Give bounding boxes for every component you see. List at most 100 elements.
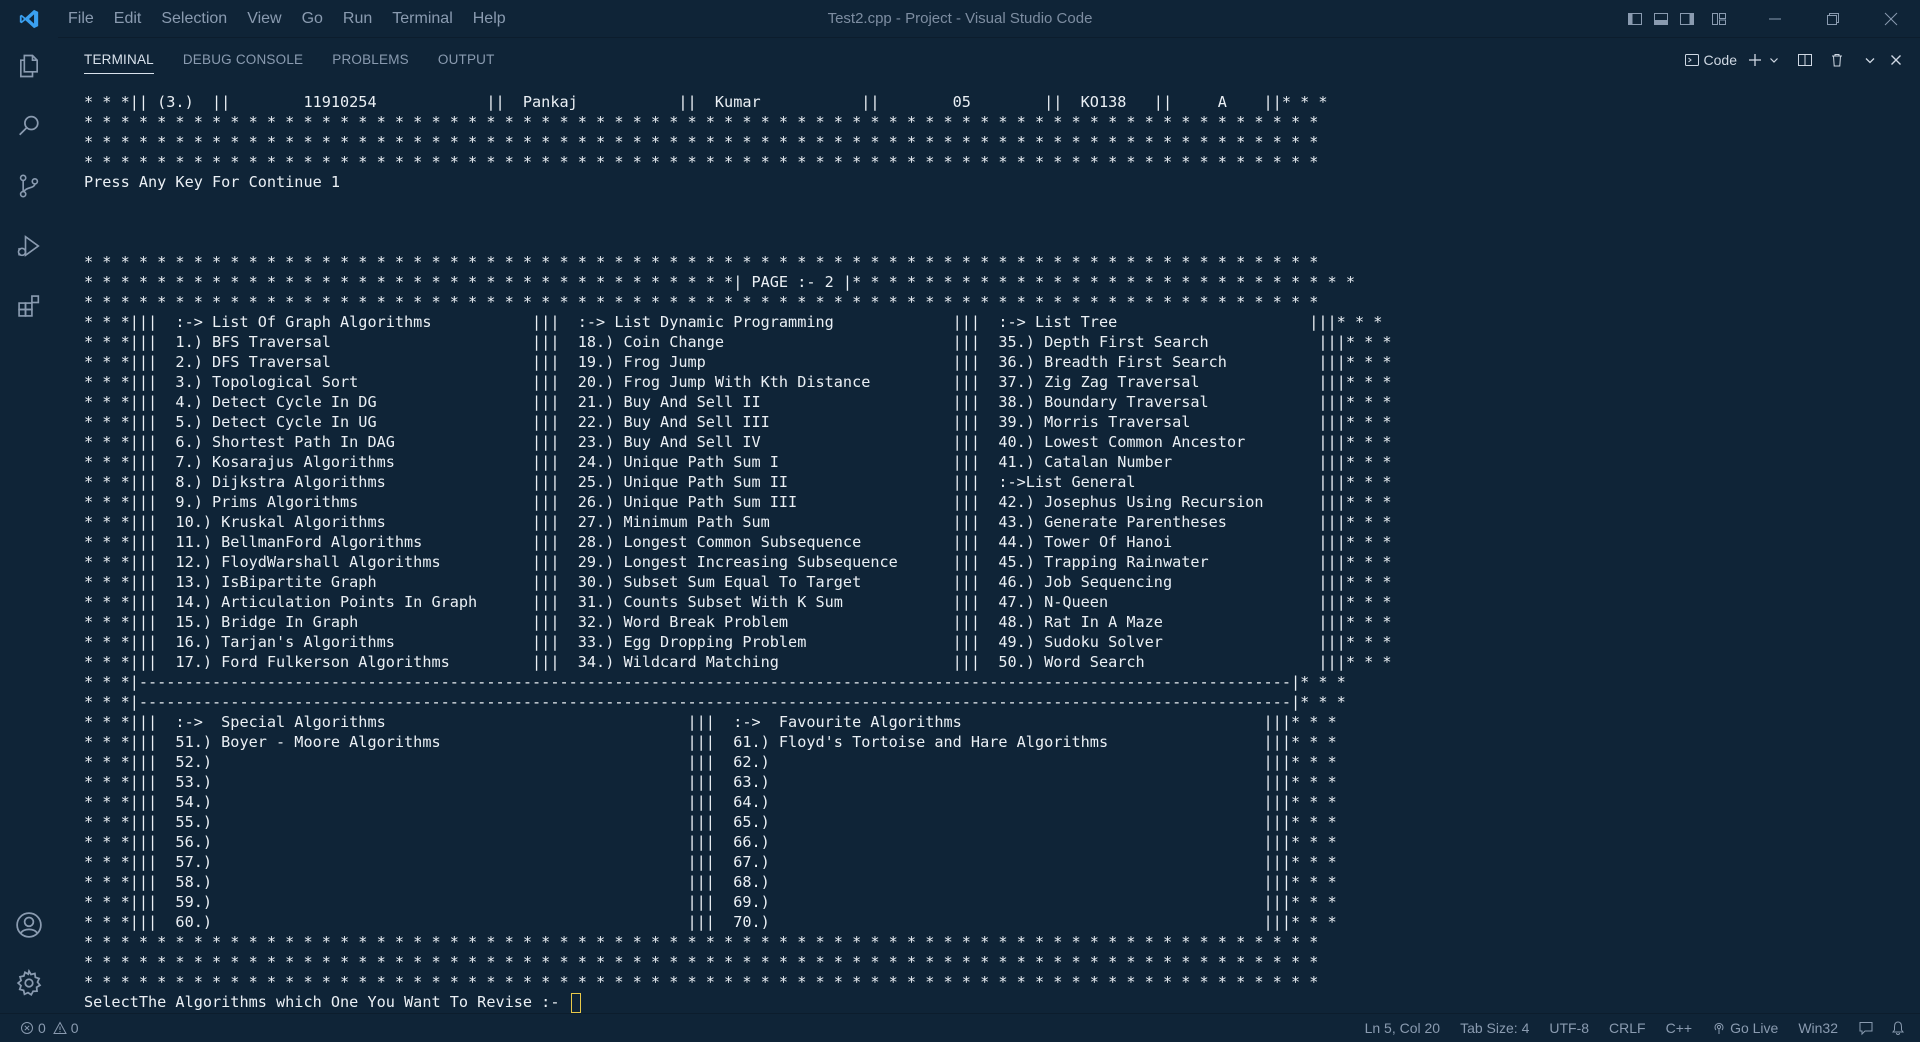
terminal-line: * * *||| 12.) FloydWarshall Algorithms |…	[84, 553, 1392, 571]
toggle-panel-icon[interactable]	[1648, 0, 1674, 37]
tab-problems[interactable]: PROBLEMS	[332, 37, 409, 83]
terminal-line: * * * * * * * * * * * * * * * * * * * * …	[84, 253, 1319, 271]
activity-bar	[0, 37, 58, 1013]
split-terminal-icon[interactable]	[1792, 37, 1818, 83]
terminal-line: * * * * * * * * * * * * * * * * * * * * …	[84, 113, 1319, 131]
terminal-line: * * *||| 6.) Shortest Path In DAG ||| 23…	[84, 433, 1392, 451]
search-icon[interactable]	[0, 97, 58, 155]
terminal-line: * * * * * * * * * * * * * * * * * * * * …	[84, 933, 1319, 951]
terminal-line: * * *||| 53.) ||| 63.) |||* * *	[84, 773, 1337, 791]
close-window-icon[interactable]	[1862, 0, 1920, 37]
menu-help[interactable]: Help	[463, 0, 516, 37]
terminal-line: * * *||| 54.) ||| 64.) |||* * *	[84, 793, 1337, 811]
run-debug-icon[interactable]	[0, 217, 58, 275]
extensions-icon[interactable]	[0, 277, 58, 335]
feedback-icon[interactable]	[1858, 1020, 1874, 1036]
kill-terminal-trash-icon[interactable]	[1824, 37, 1850, 83]
terminal-line: * * *||| 58.) ||| 68.) |||* * *	[84, 873, 1337, 891]
terminal-line: * * *||| 14.) Articulation Points In Gra…	[84, 593, 1392, 611]
terminal-line: * * *||| 1.) BFS Traversal ||| 18.) Coin…	[84, 333, 1392, 351]
error-icon	[21, 1022, 33, 1034]
terminal-line: Press Any Key For Continue 1	[84, 173, 341, 191]
terminal-line: * * *||| 17.) Ford Fulkerson Algorithms …	[84, 653, 1392, 671]
terminal-line: * * *||| :-> List Of Graph Algorithms ||…	[84, 313, 1383, 331]
terminal-line: * * * * * * * * * * * * * * * * * * * * …	[84, 973, 1319, 991]
restore-icon[interactable]	[1804, 0, 1862, 37]
terminal-line: * * * * * * * * * * * * * * * * * * * * …	[84, 273, 1355, 291]
notifications-bell-icon[interactable]	[1890, 1020, 1906, 1036]
menu-go[interactable]: Go	[292, 0, 333, 37]
terminal-selector[interactable]: Code	[1679, 37, 1742, 83]
platform[interactable]: Win32	[1798, 1020, 1838, 1036]
terminal-line: * * *||| 11.) BellmanFord Algorithms |||…	[84, 533, 1392, 551]
go-live-button[interactable]: Go Live	[1712, 1020, 1778, 1036]
menu-run[interactable]: Run	[333, 0, 382, 37]
terminal-profiles-chevron-down-icon[interactable]	[1768, 37, 1784, 83]
terminal-line: * * *||| 15.) Bridge In Graph ||| 32.) W…	[84, 613, 1392, 631]
terminal-line: * * *||| 7.) Kosarajus Algorithms ||| 24…	[84, 453, 1392, 471]
tab-terminal-label: TERMINAL	[84, 52, 154, 74]
language-mode[interactable]: C++	[1666, 1020, 1692, 1036]
problems-status[interactable]: 0 0	[20, 1014, 79, 1042]
terminal-line: * * *||| 3.) Topological Sort ||| 20.) F…	[84, 373, 1392, 391]
tab-size[interactable]: Tab Size: 4	[1460, 1020, 1529, 1036]
terminal-line: * * * * * * * * * * * * * * * * * * * * …	[84, 133, 1319, 151]
new-terminal-plus-icon[interactable]	[1742, 37, 1768, 83]
panel-tabs: TERMINAL DEBUG CONSOLE PROBLEMS OUTPUT	[84, 37, 524, 83]
warning-icon	[52, 1021, 67, 1034]
menu-terminal[interactable]: Terminal	[382, 0, 462, 37]
terminal-line: * * *|----------------------------------…	[84, 673, 1346, 691]
panel-actions: Code	[1679, 37, 1908, 83]
terminal-line: * * *|| (3.) || 11910254 || Pankaj || Ku…	[84, 93, 1328, 111]
terminal-line: * * *||| 51.) Boyer - Moore Algorithms |…	[84, 733, 1337, 751]
terminal-line: * * *||| 10.) Kruskal Algorithms ||| 27.…	[84, 513, 1392, 531]
terminal-line: * * *||| 9.) Prims Algorithms ||| 26.) U…	[84, 493, 1392, 511]
maximize-panel-chevron-up-icon[interactable]	[1858, 37, 1882, 83]
tab-output[interactable]: OUTPUT	[438, 37, 495, 83]
vscode-logo-icon[interactable]	[0, 0, 58, 37]
tab-debug-console[interactable]: DEBUG CONSOLE	[183, 37, 303, 83]
terminal-line: * * * * * * * * * * * * * * * * * * * * …	[84, 153, 1319, 171]
go-live-label: Go Live	[1730, 1020, 1779, 1036]
customize-layout-icon[interactable]	[1706, 0, 1732, 37]
terminal-line: * * *||| :-> Special Algorithms ||| :-> …	[84, 713, 1337, 731]
menu-bar: File Edit Selection View Go Run Terminal…	[58, 0, 516, 37]
terminal-prompt-line: SelectThe Algorithms which One You Want …	[84, 992, 1844, 1013]
toggle-secondary-sidebar-icon[interactable]	[1674, 0, 1700, 37]
close-panel-icon[interactable]	[1884, 37, 1908, 83]
source-control-icon[interactable]	[0, 157, 58, 215]
terminal-cursor[interactable]	[570, 992, 581, 1013]
minimize-icon[interactable]	[1746, 0, 1804, 37]
terminal-line: * * *||| 4.) Detect Cycle In DG ||| 21.)…	[84, 393, 1392, 411]
panel-header: TERMINAL DEBUG CONSOLE PROBLEMS OUTPUT C…	[58, 37, 1920, 83]
line-ending[interactable]: CRLF	[1609, 1020, 1646, 1036]
terminal-line: * * *||| 55.) ||| 65.) |||* * *	[84, 813, 1337, 831]
terminal-line: * * * * * * * * * * * * * * * * * * * * …	[84, 953, 1319, 971]
accounts-icon[interactable]	[0, 896, 58, 954]
menu-file[interactable]: File	[58, 0, 104, 37]
encoding[interactable]: UTF-8	[1549, 1020, 1589, 1036]
terminal-line: * * *||| 59.) ||| 69.) |||* * *	[84, 893, 1337, 911]
cursor-position[interactable]: Ln 5, Col 20	[1365, 1020, 1441, 1036]
settings-gear-icon[interactable]	[0, 954, 58, 1012]
terminal-output[interactable]: * * *|| (3.) || 11910254 || Pankaj || Ku…	[84, 92, 1844, 1017]
terminal-line: * * *||| 8.) Dijkstra Algorithms ||| 25.…	[84, 473, 1392, 491]
title-actions	[1622, 0, 1920, 37]
tab-terminal[interactable]: TERMINAL	[84, 37, 154, 83]
explorer-icon[interactable]	[0, 37, 58, 95]
terminal-name: Code	[1703, 52, 1737, 68]
status-bar: 0 0 Ln 5, Col 20 Tab Size: 4 UTF-8 CRLF …	[0, 1013, 1920, 1042]
menu-edit[interactable]: Edit	[104, 0, 152, 37]
terminal-prompt-text: SelectThe Algorithms which One You Want …	[84, 993, 569, 1011]
warning-count: 0	[70, 1020, 79, 1036]
terminal-line: * * * * * * * * * * * * * * * * * * * * …	[84, 293, 1319, 311]
menu-view[interactable]: View	[237, 0, 291, 37]
menu-selection[interactable]: Selection	[151, 0, 237, 37]
error-count: 0	[38, 1020, 46, 1036]
title-bar: File Edit Selection View Go Run Terminal…	[0, 0, 1920, 38]
toggle-primary-sidebar-icon[interactable]	[1622, 0, 1648, 37]
terminal-line: * * *|----------------------------------…	[84, 693, 1346, 711]
